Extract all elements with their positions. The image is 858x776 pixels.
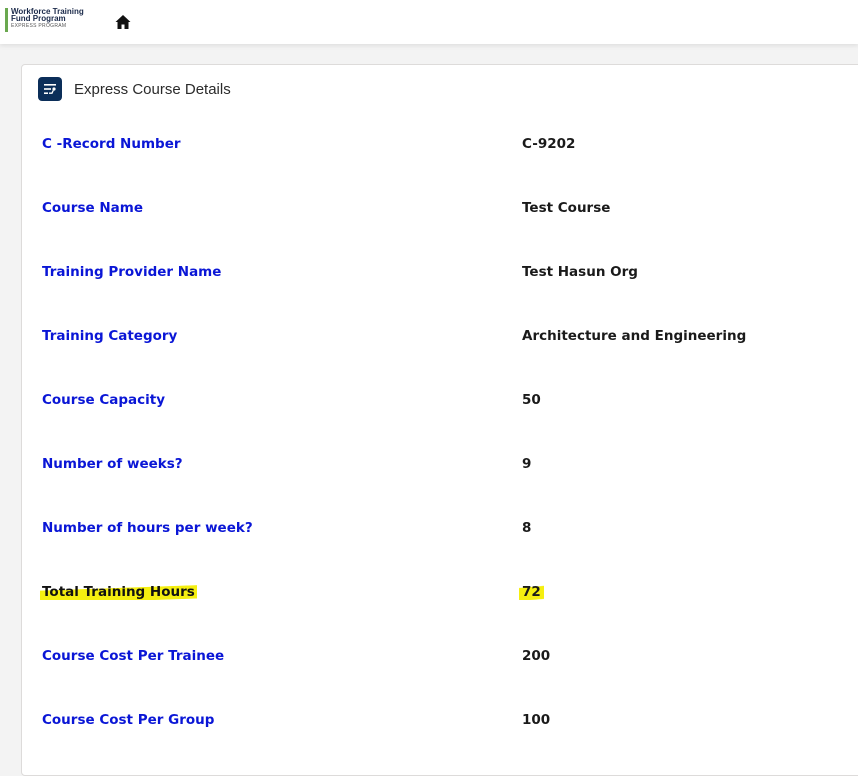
field-label-course-capacity: Course Capacity (42, 392, 166, 408)
field-value-hours-per-week: 8 (522, 520, 532, 536)
logo-line-2: Fund Program (11, 14, 66, 23)
workforce-training-logo[interactable]: Workforce Training Fund Program EXPRESS … (5, 8, 97, 32)
logo-accent-bar (5, 8, 8, 32)
field-value-c-record-number: C-9202 (522, 136, 576, 152)
flow-icon (38, 77, 62, 101)
field-label-hours-per-week: Number of hours per week? (42, 520, 253, 536)
field-row: Training Category Architecture and Engin… (42, 328, 842, 352)
field-value-course-capacity: 50 (522, 392, 541, 408)
field-value-cost-per-trainee: 200 (522, 648, 551, 664)
field-label-cost-per-group: Course Cost Per Group (42, 712, 215, 728)
home-icon[interactable] (114, 13, 132, 31)
field-row: Number of hours per week? 8 (42, 520, 842, 544)
field-row: Course Cost Per Group 100 (42, 712, 842, 736)
logo-line-3: EXPRESS PROGRAM (11, 23, 67, 29)
card-header: Express Course Details (38, 77, 231, 101)
card-title: Express Course Details (74, 80, 231, 98)
field-row: Number of weeks? 9 (42, 456, 842, 480)
field-value-training-provider-name: Test Hasun Org (522, 264, 638, 280)
field-row: Course Name Test Course (42, 200, 842, 224)
field-row: C -Record Number C-9202 (42, 136, 842, 160)
field-label-course-name: Course Name (42, 200, 143, 216)
field-value-training-category: Architecture and Engineering (522, 328, 747, 344)
field-row: Course Capacity 50 (42, 392, 842, 416)
field-row: Training Provider Name Test Hasun Org (42, 264, 842, 288)
field-row: Total Training Hours 72 (40, 584, 842, 608)
field-value-course-name: Test Course (522, 200, 611, 216)
logo-text: Workforce Training Fund Program EXPRESS … (11, 8, 84, 32)
field-label-c-record-number: C -Record Number (42, 136, 181, 152)
field-label-training-provider-name: Training Provider Name (42, 264, 222, 280)
field-row: Course Cost Per Trainee 200 (42, 648, 842, 672)
field-label-cost-per-trainee: Course Cost Per Trainee (42, 648, 225, 664)
field-value-total-training-hours: 72 (519, 584, 544, 600)
field-value-cost-per-group: 100 (522, 712, 551, 728)
express-course-details-card: Express Course Details C -Record Number … (21, 64, 858, 776)
field-label-number-of-weeks: Number of weeks? (42, 456, 183, 472)
field-value-number-of-weeks: 9 (522, 456, 532, 472)
field-label-training-category: Training Category (42, 328, 178, 344)
top-bar: Workforce Training Fund Program EXPRESS … (0, 0, 858, 44)
field-label-total-training-hours: Total Training Hours (40, 584, 197, 600)
